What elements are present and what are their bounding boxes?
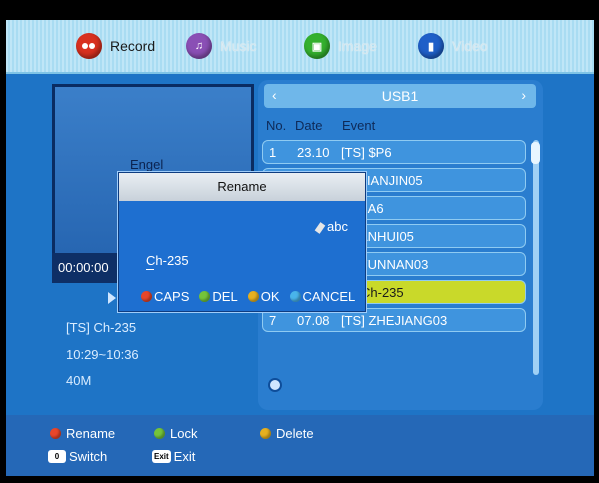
- ok-label: OK: [260, 289, 280, 304]
- green-key-icon: [154, 428, 165, 439]
- recording-size: 40M: [66, 373, 92, 388]
- caps-label: CAPS: [154, 289, 190, 304]
- exit-hint[interactable]: Exit Exit: [152, 449, 195, 464]
- blue-key-icon: [289, 291, 301, 302]
- input-mode-indicator: abc: [314, 219, 348, 234]
- zero-key-icon: 0: [48, 450, 66, 463]
- recording-name: [TS] Ch-235: [66, 320, 137, 335]
- lock-hint-label: Lock: [170, 426, 198, 441]
- exit-hint-label: Exit: [173, 449, 196, 464]
- pencil-icon: [314, 221, 326, 234]
- green-key-icon: [199, 291, 211, 302]
- screen: Record ♫ Music ▣ Image ▮ Video Engel 00:…: [0, 0, 599, 483]
- row-date: 23.10: [297, 145, 330, 160]
- tab-record-label: Record: [110, 38, 156, 54]
- tab-video[interactable]: ▮ Video: [418, 33, 488, 59]
- usb-source-label: USB1: [381, 88, 419, 104]
- row-date: 07.08: [297, 313, 330, 328]
- rename-hint[interactable]: Rename: [50, 426, 115, 441]
- row-event: [TS] $P6: [341, 145, 392, 160]
- row-event: TIANJIN05: [359, 173, 423, 188]
- list-item[interactable]: 1 23.10 [TS] $P6: [262, 140, 526, 164]
- red-key-icon: [50, 428, 61, 439]
- exit-key-icon: Exit: [152, 450, 171, 463]
- ok-button[interactable]: OK: [247, 289, 280, 304]
- image-icon: ▣: [304, 33, 330, 59]
- column-no: No.: [266, 118, 287, 133]
- switch-hint-label: Switch: [69, 449, 108, 464]
- media-tab-bar: Record ♫ Music ▣ Image ▮ Video: [6, 20, 594, 74]
- recording-time-range: 10:29~10:36: [66, 347, 139, 362]
- dialog-title: Rename: [217, 179, 267, 194]
- dialog-title-bar: Rename: [119, 173, 365, 201]
- tv-ui: Record ♫ Music ▣ Image ▮ Video Engel 00:…: [6, 20, 594, 476]
- caps-button[interactable]: CAPS: [141, 289, 189, 304]
- rename-hint-label: Rename: [66, 426, 116, 441]
- del-button[interactable]: DEL: [199, 289, 238, 304]
- delete-hint[interactable]: Delete: [260, 426, 314, 441]
- column-date: Date: [295, 118, 323, 133]
- lock-hint[interactable]: Lock: [154, 426, 197, 441]
- record-icon: [76, 33, 102, 59]
- row-event: [TS] ZHEJIANG03: [341, 313, 448, 328]
- switch-hint[interactable]: 0 Switch: [48, 449, 107, 464]
- list-scroll-thumb[interactable]: [531, 142, 540, 164]
- text-cursor: [146, 269, 154, 270]
- tab-music[interactable]: ♫ Music: [186, 33, 257, 59]
- delete-hint-label: Delete: [276, 426, 314, 441]
- row-event: ANHUI05: [359, 229, 414, 244]
- rename-input[interactable]: Ch-235: [146, 253, 189, 268]
- rename-dialog: Rename abc Ch-235 CAPS DEL OK CANCEL: [118, 172, 366, 312]
- list-scrollbar[interactable]: [533, 140, 539, 375]
- tab-video-label: Video: [452, 38, 488, 54]
- next-source-arrow-icon[interactable]: ›: [521, 87, 526, 103]
- column-event: Event: [342, 118, 376, 133]
- music-icon: ♫: [186, 33, 212, 59]
- playback-time: 00:00:00: [58, 260, 109, 275]
- row-event: YUNNAN03: [359, 257, 429, 272]
- preview-text: Engel: [130, 157, 164, 172]
- footer-bar: Rename Lock Delete 0 Switch Exit Exit: [6, 415, 594, 476]
- red-key-icon: [141, 291, 152, 302]
- video-icon: ▮: [418, 33, 444, 59]
- page-indicator-icon: [268, 378, 282, 392]
- tab-music-label: Music: [220, 38, 257, 54]
- dialog-key-hints: CAPS DEL OK CANCEL: [141, 289, 355, 304]
- usb-source-selector[interactable]: ‹ USB1 ›: [264, 84, 536, 108]
- play-icon[interactable]: [108, 292, 116, 304]
- del-label: DEL: [212, 289, 238, 304]
- row-no: 1: [269, 145, 277, 160]
- row-event: Ch-235: [361, 285, 404, 300]
- cancel-button[interactable]: CANCEL: [289, 289, 356, 304]
- tab-image[interactable]: ▣ Image: [304, 33, 377, 59]
- yellow-key-icon: [260, 428, 271, 439]
- cancel-label: CANCEL: [302, 289, 356, 304]
- tab-record[interactable]: Record: [76, 33, 155, 59]
- row-no: 7: [269, 313, 277, 328]
- yellow-key-icon: [247, 291, 259, 302]
- tab-image-label: Image: [338, 38, 377, 54]
- input-mode-label: abc: [327, 219, 348, 234]
